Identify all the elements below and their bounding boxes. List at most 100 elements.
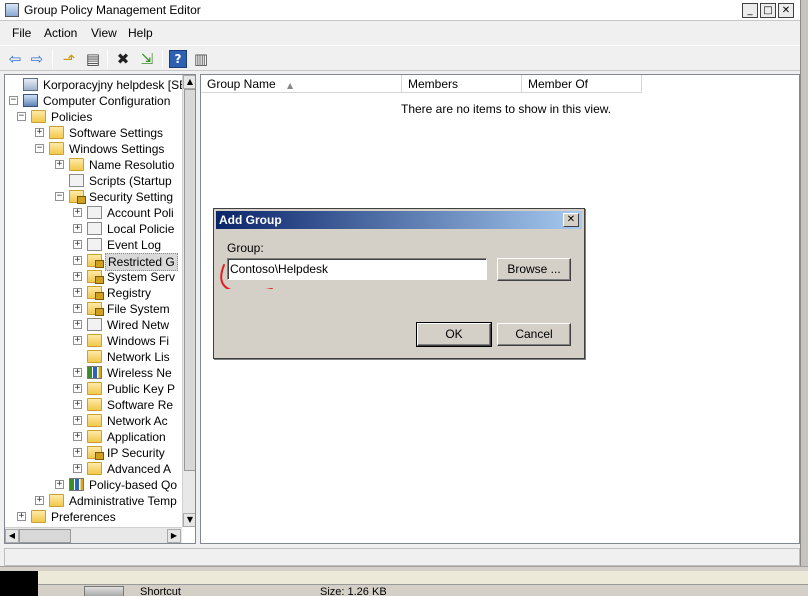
tree-item-label: Korporacyjny helpdesk [SERVER <box>43 78 195 92</box>
column-header-member-of[interactable]: Member Of <box>522 75 642 93</box>
expand-icon[interactable]: + <box>73 400 82 409</box>
toolbar-separator <box>52 50 53 68</box>
folder-icon <box>87 430 102 443</box>
sort-ascending-icon: ▲ <box>287 81 294 90</box>
collapse-icon[interactable]: − <box>55 192 64 201</box>
empty-list-message: There are no items to show in this view. <box>401 102 612 116</box>
scroll-thumb[interactable] <box>184 89 195 471</box>
expand-icon[interactable]: + <box>73 384 82 393</box>
column-header-group-name[interactable]: Group Name ▲ <box>201 75 402 93</box>
expand-icon[interactable]: + <box>73 208 82 217</box>
group-label: Group: <box>227 241 264 255</box>
tree-horizontal-scrollbar[interactable]: ◀ ▶ <box>5 527 182 543</box>
tree-item-label: Windows Settings <box>69 142 165 156</box>
expand-icon[interactable]: + <box>73 224 82 233</box>
dialog-title: Add Group <box>219 213 282 227</box>
file-type-text: Shortcut <box>140 586 181 596</box>
lock-icon <box>87 446 104 460</box>
lock-icon <box>87 302 104 316</box>
export-list-icon[interactable]: ⇲ <box>138 50 156 68</box>
doc-icon <box>87 222 102 235</box>
menu-help[interactable]: Help <box>128 26 153 40</box>
expand-icon[interactable]: + <box>35 128 44 137</box>
tree-item-label: Software Re <box>107 398 174 412</box>
minimize-button[interactable]: _ <box>742 3 758 18</box>
window-title: Group Policy Management Editor <box>24 3 201 17</box>
menu-file[interactable]: File <box>12 26 31 40</box>
expand-icon[interactable]: + <box>73 416 82 425</box>
lock-icon <box>87 286 104 300</box>
collapse-icon[interactable]: − <box>35 144 44 153</box>
back-arrow-icon[interactable]: ⇦ <box>6 50 24 68</box>
expand-icon[interactable]: + <box>73 320 82 329</box>
expand-icon[interactable]: + <box>73 448 82 457</box>
expand-icon[interactable]: + <box>73 368 82 377</box>
tree-item-label: Local Policie <box>107 222 175 236</box>
scroll-left-arrow-icon[interactable]: ◀ <box>5 529 19 543</box>
menu-bar: File Action View Help <box>0 22 800 44</box>
expand-icon[interactable]: + <box>73 288 82 297</box>
folder-icon <box>31 110 46 123</box>
doc-icon <box>87 206 102 219</box>
tree-item-label: Registry <box>107 286 152 300</box>
scroll-thumb[interactable] <box>19 529 71 543</box>
tree-item-label: Windows Fi <box>107 334 170 348</box>
lock-icon <box>69 190 86 204</box>
cancel-button[interactable]: Cancel <box>497 323 571 346</box>
up-folder-icon[interactable]: ⬏ <box>60 50 78 68</box>
add-group-dialog: Add Group ✕ Group: Browse ... OK Cancel <box>213 208 585 359</box>
tree-item-label: Policies <box>51 110 93 124</box>
maximize-button[interactable]: □ <box>760 3 776 18</box>
forward-arrow-icon[interactable]: ⇨ <box>28 50 46 68</box>
tree-item-label: Name Resolutio <box>89 158 175 172</box>
background-window-edge <box>800 0 808 596</box>
expand-icon[interactable]: + <box>73 240 82 249</box>
folder-icon <box>69 158 84 171</box>
scroll-right-arrow-icon[interactable]: ▶ <box>167 529 181 543</box>
background-window: Shortcut Size: 1.26 KB <box>0 566 808 596</box>
tree-vertical-scrollbar[interactable]: ▲ ▼ <box>182 75 195 527</box>
expand-icon[interactable]: + <box>73 272 82 281</box>
tree-item-label: Application <box>107 430 166 444</box>
column-header-members[interactable]: Members <box>402 75 522 93</box>
tree-item-label: System Serv <box>107 270 176 284</box>
tree-item-label: Public Key P <box>107 382 176 396</box>
chart-icon <box>69 478 84 491</box>
policy-icon <box>23 78 38 91</box>
dialog-close-button[interactable]: ✕ <box>563 213 579 227</box>
tree-item-label: Network Lis <box>107 350 170 364</box>
close-button[interactable]: ✕ <box>778 3 794 18</box>
scroll-up-arrow-icon[interactable]: ▲ <box>183 75 195 89</box>
console-tree[interactable]: Korporacyjny helpdesk [SERVER − Computer C… <box>4 74 196 544</box>
expand-icon[interactable]: + <box>73 432 82 441</box>
collapse-icon[interactable]: − <box>9 96 18 105</box>
scroll-down-arrow-icon[interactable]: ▼ <box>183 513 195 527</box>
column-label: Group Name <box>207 77 276 91</box>
dialog-title-bar[interactable]: Add Group ✕ <box>216 211 582 229</box>
expand-icon[interactable]: + <box>17 512 26 521</box>
browse-button[interactable]: Browse ... <box>497 258 571 281</box>
folder-icon <box>49 494 64 507</box>
expand-icon[interactable]: + <box>73 464 82 473</box>
properties-icon[interactable]: ▥ <box>192 50 210 68</box>
help-icon[interactable]: ? <box>169 50 187 68</box>
ok-button[interactable]: OK <box>416 322 492 347</box>
tree-item-label: Event Log <box>107 238 162 252</box>
expand-icon[interactable]: + <box>55 160 64 169</box>
menu-action[interactable]: Action <box>44 26 77 40</box>
tree-item-label: Software Settings <box>69 126 164 140</box>
expand-icon[interactable]: + <box>73 256 82 265</box>
tree-item-label: Wired Netw <box>107 318 170 332</box>
expand-icon[interactable]: + <box>55 480 64 489</box>
expand-icon[interactable]: + <box>35 496 44 505</box>
app-icon <box>5 3 19 17</box>
folder-icon <box>87 350 102 363</box>
toolbar: ⇦ ⇨ ⬏ ▤ ✖ ⇲ ? ▥ <box>0 45 800 71</box>
show-hide-tree-icon[interactable]: ▤ <box>84 50 102 68</box>
expand-icon[interactable]: + <box>73 336 82 345</box>
expand-icon[interactable]: + <box>73 304 82 313</box>
menu-view[interactable]: View <box>91 26 117 40</box>
collapse-icon[interactable]: − <box>17 112 26 121</box>
title-bar[interactable]: Group Policy Management Editor _ □ ✕ <box>0 0 800 21</box>
delete-icon[interactable]: ✖ <box>114 50 132 68</box>
